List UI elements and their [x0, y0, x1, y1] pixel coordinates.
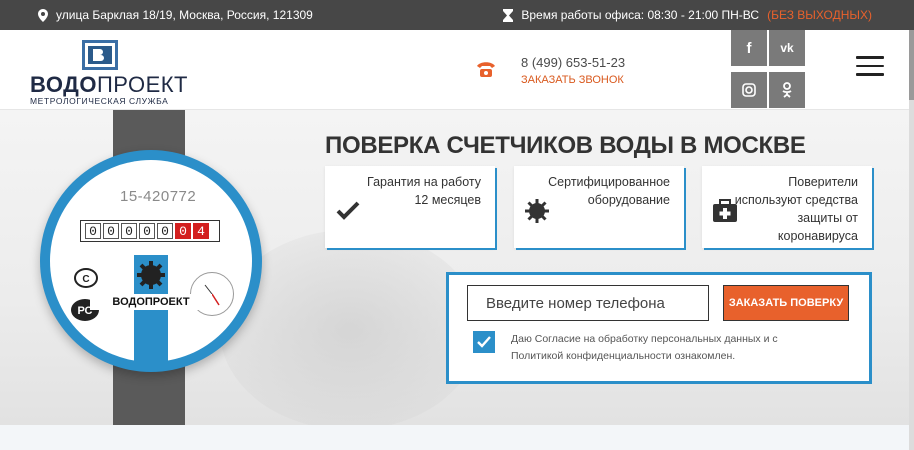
- counter-digit: 0: [85, 223, 101, 239]
- location-pin-icon: [38, 8, 48, 22]
- consent-checkbox[interactable]: [473, 331, 495, 353]
- phone-icon: [477, 62, 495, 77]
- address-text: улица Барклая 18/19, Москва, Россия, 121…: [56, 8, 313, 22]
- top-info-bar: улица Барклая 18/19, Москва, Россия, 121…: [0, 0, 914, 30]
- order-form: ЗАКАЗАТЬ ПОВЕРКУ Даю Согласие на обработ…: [446, 272, 872, 384]
- feature-text: Гарантия на работу 12 месяцев: [367, 175, 481, 208]
- checkmark-icon: [336, 201, 360, 220]
- page-scrollbar[interactable]: [909, 30, 914, 450]
- counter-digit-red: 4: [193, 223, 209, 239]
- burger-line: [856, 56, 884, 59]
- feature-text: Поверители используют средства защиты от…: [734, 175, 858, 244]
- meter-serial: 15-420772: [120, 188, 197, 205]
- instagram-icon: [742, 83, 756, 97]
- office-hours-block: Время работы офиса: 08:30 - 21:00 ПН-ВС …: [503, 8, 872, 22]
- consent-text: Даю Согласие на обработку персональных д…: [511, 333, 778, 362]
- vk-icon: vk: [780, 41, 794, 55]
- svg-text:С: С: [82, 274, 89, 285]
- burger-line: [856, 64, 884, 67]
- next-section-strip: [0, 425, 914, 450]
- site-logo[interactable]: ВОДОПРОЕКТ МЕТРОЛОГИЧЕСКАЯ СЛУЖБА: [30, 40, 190, 106]
- office-hours-text: Время работы офиса: 08:30 - 21:00 ПН-ВС: [521, 8, 760, 22]
- checkbox-check-icon: [477, 336, 491, 348]
- counter-digit-red: 0: [175, 223, 191, 239]
- phone-input[interactable]: [467, 285, 709, 321]
- logo-mark-icon: [82, 40, 118, 70]
- scrollbar-thumb[interactable]: [909, 30, 914, 100]
- office-hours-note: (БЕЗ ВЫХОДНЫХ): [767, 8, 872, 22]
- gear-badge-icon: [525, 199, 549, 223]
- odnoklassniki-button[interactable]: [769, 72, 805, 108]
- logo-name-bold: ВОДО: [30, 72, 97, 97]
- counter-digit: 0: [139, 223, 155, 239]
- site-header: ВОДОПРОЕКТ МЕТРОЛОГИЧЕСКАЯ СЛУЖБА 8 (499…: [0, 30, 914, 110]
- vk-button[interactable]: vk: [769, 30, 805, 66]
- counter-digit: 0: [103, 223, 119, 239]
- feature-card-equipment: Сертифицированное оборудование: [514, 166, 684, 248]
- feature-card-guarantee: Гарантия на работу 12 месяцев: [325, 166, 495, 248]
- menu-burger-button[interactable]: [856, 56, 884, 76]
- logo-tagline: МЕТРОЛОГИЧЕСКАЯ СЛУЖБА: [30, 96, 169, 106]
- counter-digit: 0: [121, 223, 137, 239]
- meter-face: 15-420772 0 0 0 0 0 0 4 С РС ВОДОПРОЕКТ: [50, 160, 252, 365]
- order-verification-button[interactable]: ЗАКАЗАТЬ ПОВЕРКУ: [723, 285, 849, 321]
- logo-name: ВОДОПРОЕКТ: [30, 72, 188, 98]
- facebook-button[interactable]: f: [731, 30, 767, 66]
- meter-brand-label: ВОДОПРОЕКТ: [90, 294, 212, 310]
- feature-card-protection: Поверители используют средства защиты от…: [702, 166, 872, 248]
- order-callback-link[interactable]: ЗАКАЗАТЬ ЗВОНОК: [521, 74, 624, 86]
- water-meter-illustration: 15-420772 0 0 0 0 0 0 4 С РС ВОДОПРОЕКТ: [40, 150, 262, 372]
- logo-name-thin: ПРОЕКТ: [96, 72, 188, 97]
- meter-counter: 0 0 0 0 0 0 4: [80, 220, 220, 242]
- certification-mark-icon: С: [74, 268, 98, 288]
- counter-digit: 0: [157, 223, 173, 239]
- meter-gear-icon: [137, 261, 165, 289]
- page-headline: ПОВЕРКА СЧЕТЧИКОВ ВОДЫ В МОСКВЕ: [325, 132, 806, 159]
- feature-text: Сертифицированное оборудование: [548, 175, 670, 208]
- address-block: улица Барклая 18/19, Москва, Россия, 121…: [38, 8, 313, 22]
- hourglass-icon: [503, 8, 514, 22]
- instagram-button[interactable]: [731, 72, 767, 108]
- facebook-icon: f: [746, 39, 752, 57]
- burger-line: [856, 73, 884, 76]
- odnoklassniki-icon: [782, 82, 792, 98]
- phone-number[interactable]: 8 (499) 653-51-23: [521, 55, 625, 70]
